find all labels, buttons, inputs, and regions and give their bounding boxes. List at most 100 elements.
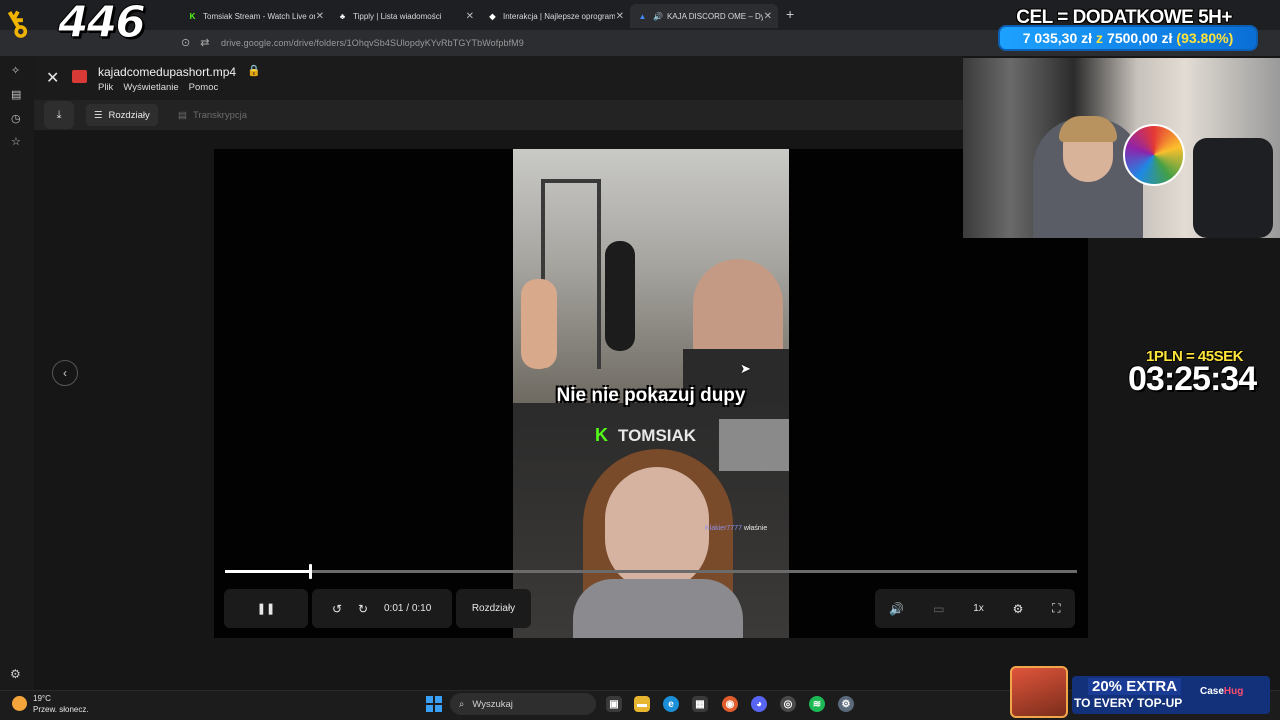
discord-icon[interactable]: ◕ [751,696,767,712]
sparkle-icon[interactable]: ✧ [11,64,20,77]
goal-percent: (93.80%) [1176,30,1234,46]
file-explorer-icon[interactable]: ▬ [634,696,650,712]
logo-number: 446 [58,0,147,49]
menu-file[interactable]: Plik [98,82,113,93]
forward-button[interactable]: ↻ [350,602,376,616]
video-hoodie [573,579,743,638]
close-tab-icon[interactable]: ✕ [616,11,624,22]
treasure-chest-icon [1010,666,1068,718]
play-group: ❚❚ [224,589,308,628]
shared-lock-icon[interactable]: 🔒 [247,64,261,77]
download-button[interactable]: ⤓ [44,101,74,129]
volume-icon: 🔊 [889,601,905,616]
tab-label: Interakcja | Najlepsze oprogram [503,11,615,21]
video-caption: Nie nie pokazuj dupy [556,385,746,406]
transcript-chip[interactable]: ▤ Transkrypcja [170,104,255,126]
start-button[interactable] [426,696,442,712]
search-placeholder: Wyszukaj [472,698,513,710]
time-separator: / [406,603,410,614]
chat-user: Klakier7777 [705,525,742,532]
volume-button[interactable]: 🔊 [889,602,904,616]
obs-icon[interactable]: ◎ [780,696,796,712]
captions-button[interactable]: ▭ [933,602,944,616]
seek-bar-handle[interactable] [309,564,313,579]
taskbar-search[interactable]: ⌕ Wyszukaj [450,693,596,715]
video-frame[interactable]: Nie nie pokazuj dupy K TOMSIAK Klakier77… [513,149,789,638]
new-tab-button[interactable]: + [786,6,794,22]
settings-app-icon[interactable]: ⚙ [838,696,854,712]
close-tab-icon[interactable]: ✕ [466,11,474,22]
drive-side-rail: ✧ ▤ ◷ ☆ [0,56,34,690]
promo-brand: CaseHug [1200,686,1243,697]
kick-streamer-name: TOMSIAK [618,425,697,445]
tab-tipply[interactable]: ♣ Tipply | Lista wiadomości ✕ [330,4,480,28]
menu-view[interactable]: Wyświetlanie [123,82,178,93]
video-kick-banner: K TOMSIAK [595,425,696,446]
fullscreen-icon: ⛶ [1052,601,1061,615]
mouse-cursor-icon: ➤ [740,361,751,376]
settings-gear-icon[interactable]: ⚙ [10,667,21,681]
diamond-icon: ◆ [489,11,496,21]
brand-part-a: Case [1200,686,1224,697]
spotify-icon[interactable]: ≋ [809,696,825,712]
speaker-icon[interactable]: 🔊 [653,12,663,21]
replay-10-icon: ↺ [331,601,343,616]
chat-text: właśnie [743,525,768,532]
goal-bar: 7 035,30 zł z 7500,00 zł (93.80%) [998,25,1258,51]
channel-logo: ⚷ 446 [0,0,164,49]
transcript-chip-label: Transkrypcja [192,109,248,121]
time-display: 0:01 / 0:10 [384,603,431,614]
seek-bar[interactable] [225,564,1077,579]
task-view-icon[interactable]: ▣ [606,696,622,712]
goal-target: 7500,00 zł [1107,30,1173,46]
download-icon: ⤓ [56,108,62,121]
chapters-chip[interactable]: ☰ Rozdziały [86,104,158,126]
tab-label: KAJA DISCORD OME – Dysk [666,11,763,21]
prize-wheel-icon [1123,124,1185,186]
drive-icon: ▲ [638,11,647,21]
speed-button[interactable]: 1x [973,603,984,614]
pause-icon: ❚❚ [256,603,276,615]
video-punching-bag [605,241,635,351]
tune-icon[interactable]: ⇄ [200,36,209,49]
right-controls: 🔊 ▭ 1x ⚙ ⛶ [875,589,1075,628]
viewer-menu: Plik Wyświetlanie Pomoc [98,82,218,93]
close-tab-icon[interactable]: ✕ [316,11,324,22]
previous-file-button[interactable]: ‹ [52,360,78,386]
chapters-button[interactable]: Rozdziały [456,589,531,628]
edge-icon[interactable]: e [663,696,679,712]
video-player[interactable]: Nie nie pokazuj dupy K TOMSIAK Klakier77… [214,149,1088,638]
settings-button[interactable]: ⚙ [1013,602,1024,616]
forward-10-icon: ↻ [357,601,369,616]
tab-kaja-discord-drive[interactable]: ▲ 🔊 KAJA DISCORD OME – Dysk ✕ [630,4,778,28]
site-info-icon[interactable]: ⊙ [181,36,190,49]
store-icon[interactable]: ▦ [692,696,708,712]
url-field[interactable]: drive.google.com/drive/folders/1OhqvSb4S… [221,38,524,48]
goal-current: 7 035,30 zł [1022,30,1093,46]
chapters-button-label: Rozdziały [471,603,516,614]
key-icon: ⚷ [0,1,37,47]
casehug-promo: 20% EXTRA TO EVERY TOP-UP CaseHug [1010,666,1270,720]
chevron-left-icon: ‹ [63,366,67,380]
fullscreen-button[interactable]: ⛶ [1052,601,1060,616]
promo-extra: 20% EXTRA [1088,678,1182,695]
video-streamer-cam [719,419,789,471]
pause-button[interactable]: ❚❚ [224,602,308,615]
tipply-icon: ♣ [339,11,346,21]
rewind-button[interactable]: ↺ [324,602,350,616]
time-group: ↺ ↻ 0:01 / 0:10 [312,589,452,628]
notes-icon[interactable]: ▤ [11,88,21,101]
tab-interakcja[interactable]: ◆ Interakcja | Najlepsze oprogram ✕ [480,4,630,28]
tab-label: Tipply | Lista wiadomości [353,11,442,21]
star-icon[interactable]: ☆ [11,135,21,148]
history-icon[interactable]: ◷ [11,112,21,125]
close-viewer-button[interactable]: ✕ [46,68,59,88]
tab-tomsiak-stream[interactable]: K Tomsiak Stream - Watch Live on ✕ [180,4,330,28]
firefox-icon[interactable]: ◉ [722,696,738,712]
video-file-icon [72,70,87,83]
gear-icon: ⚙ [1012,601,1024,616]
menu-help[interactable]: Pomoc [189,82,219,93]
weather-sun-icon[interactable] [12,696,27,711]
current-time: 0:01 [384,603,404,614]
close-tab-icon[interactable]: ✕ [764,11,772,22]
